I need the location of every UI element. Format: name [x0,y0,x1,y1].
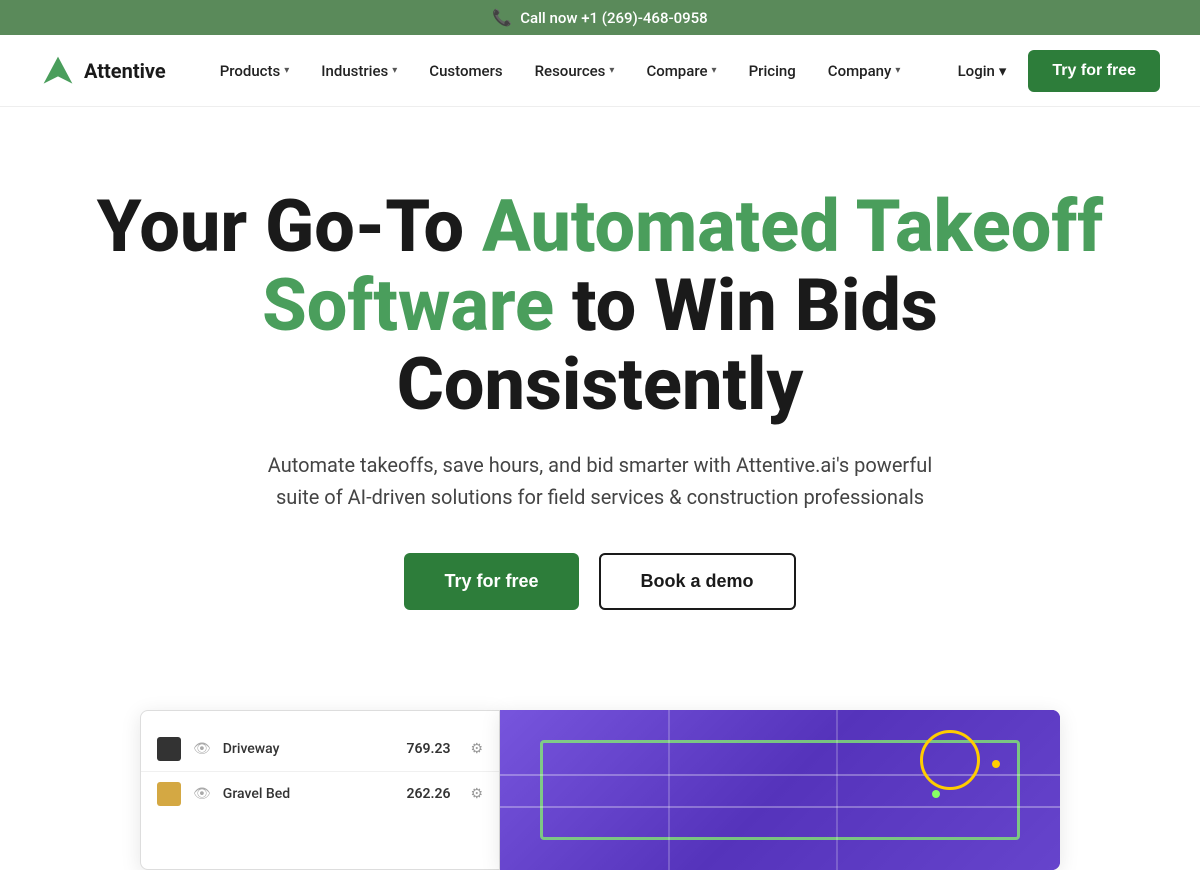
table-row: 👁 Gravel Bed 262.26 ⚙ [141,772,499,816]
hero-subtitle: Automate takeoffs, save hours, and bid s… [250,449,950,513]
map-line-h2 [500,806,1060,808]
nav-resources[interactable]: Resources ▾ [521,54,629,88]
screenshot-map [500,710,1060,870]
nav-pricing[interactable]: Pricing [735,54,810,88]
phone-link[interactable]: 📞 Call now +1 (269)-468-0958 [0,8,1200,27]
nav-products[interactable]: Products ▾ [206,54,304,88]
row-label-driveway: Driveway [223,741,395,757]
screenshot-panel: 👁 Driveway 769.23 ⚙ 👁 Gravel Bed 262.26 … [140,710,500,870]
hero-title: Your Go-To Automated Takeoff Software to… [90,187,1110,425]
table-row: 👁 Driveway 769.23 ⚙ [141,727,499,772]
logo-text: Attentive [84,59,166,83]
row-value-gravel: 262.26 [406,786,450,802]
top-bar[interactable]: 📞 Call now +1 (269)-468-0958 [0,0,1200,35]
topbar-cta: Call now +1 (269)-468-0958 [520,9,707,27]
chevron-down-icon: ▾ [895,65,900,76]
phone-icon: 📞 [492,8,512,27]
hero-title-part2: Software [262,263,554,348]
logo-icon [40,53,76,89]
map-line-v2 [836,710,838,870]
nav-compare[interactable]: Compare ▾ [632,54,730,88]
hero-title-part1: Your Go-To [97,184,482,269]
eye-icon: 👁 [193,786,211,802]
map-overlay [500,710,1060,870]
map-dot-green [932,790,940,798]
color-swatch-driveway [157,737,181,761]
hero-section: Your Go-To Automated Takeoff Software to… [50,107,1150,710]
hero-book-demo-button[interactable]: Book a demo [599,553,796,610]
chevron-down-icon: ▾ [712,65,717,76]
hero-title-green: Automated Takeoff [482,184,1103,269]
eye-icon: 👁 [193,741,211,757]
map-dot [992,760,1000,768]
nav-industries[interactable]: Industries ▾ [307,54,411,88]
chevron-down-icon: ▾ [999,62,1007,80]
hero-buttons: Try for free Book a demo [90,553,1110,610]
color-swatch-gravel [157,782,181,806]
nav-customers[interactable]: Customers [415,54,516,88]
settings-icon[interactable]: ⚙ [470,741,483,757]
map-circle [920,730,980,790]
nav-company[interactable]: Company ▾ [814,54,915,88]
settings-icon[interactable]: ⚙ [470,786,483,802]
nav-links: Products ▾ Industries ▾ Customers Resour… [206,54,944,88]
nav-right: Login ▾ Try for free [944,50,1160,92]
row-label-gravel: Gravel Bed [223,786,395,802]
logo[interactable]: Attentive [40,53,166,89]
main-nav: Attentive Products ▾ Industries ▾ Custom… [0,35,1200,107]
row-value-driveway: 769.23 [406,741,450,757]
chevron-down-icon: ▾ [392,65,397,76]
screenshot-section: 👁 Driveway 769.23 ⚙ 👁 Gravel Bed 262.26 … [100,710,1100,870]
try-free-nav-button[interactable]: Try for free [1028,50,1160,92]
login-button[interactable]: Login ▾ [944,54,1021,88]
map-line-v1 [668,710,670,870]
chevron-down-icon: ▾ [284,65,289,76]
hero-try-free-button[interactable]: Try for free [404,553,578,610]
chevron-down-icon: ▾ [609,65,614,76]
